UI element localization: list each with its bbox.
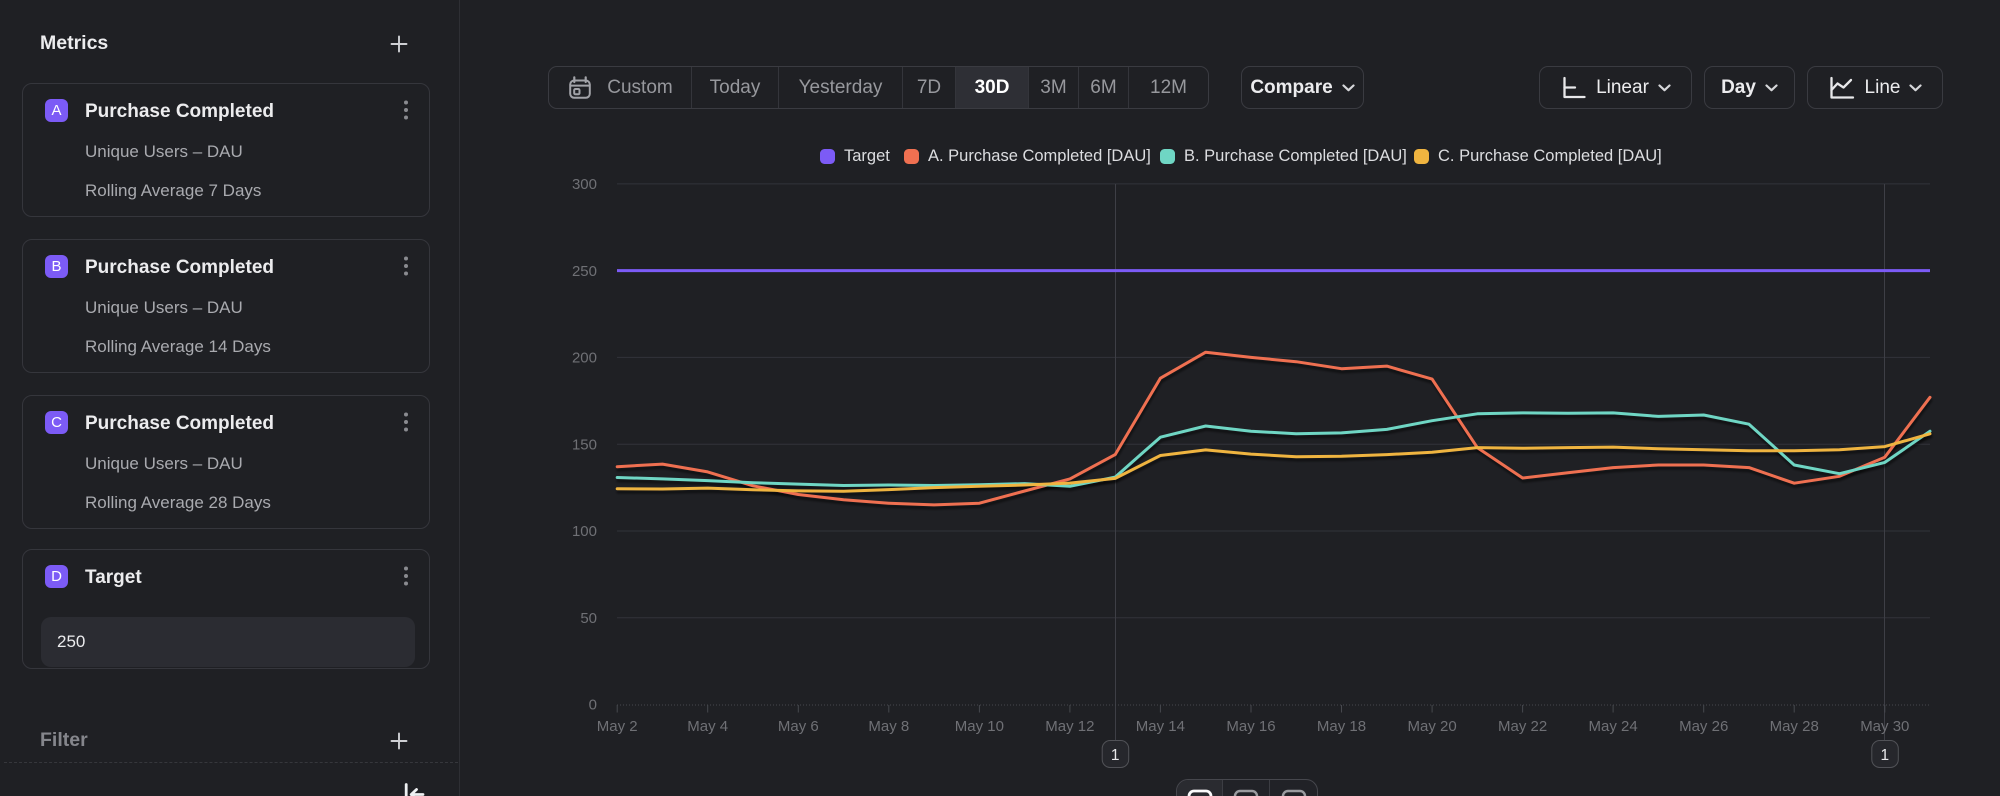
svg-text:May 12: May 12 [1045, 718, 1094, 735]
svg-text:May 28: May 28 [1770, 718, 1819, 735]
svg-text:May 30: May 30 [1860, 718, 1909, 735]
svg-text:1: 1 [1880, 747, 1889, 764]
svg-text:200: 200 [572, 350, 597, 367]
svg-text:May 6: May 6 [778, 718, 819, 735]
svg-text:May 4: May 4 [687, 718, 728, 735]
svg-text:May 16: May 16 [1226, 718, 1275, 735]
svg-text:May 18: May 18 [1317, 718, 1366, 735]
svg-text:250: 250 [572, 263, 597, 280]
svg-text:1: 1 [1111, 747, 1120, 764]
svg-text:May 10: May 10 [955, 718, 1004, 735]
svg-text:May 8: May 8 [868, 718, 909, 735]
svg-text:May 20: May 20 [1407, 718, 1456, 735]
svg-text:150: 150 [572, 436, 597, 453]
svg-text:50: 50 [580, 610, 597, 627]
svg-text:May 14: May 14 [1136, 718, 1185, 735]
svg-text:300: 300 [572, 176, 597, 193]
svg-text:100: 100 [572, 523, 597, 540]
svg-text:May 26: May 26 [1679, 718, 1728, 735]
svg-text:May 2: May 2 [597, 718, 638, 735]
svg-text:0: 0 [589, 697, 597, 714]
svg-text:May 22: May 22 [1498, 718, 1547, 735]
svg-text:May 24: May 24 [1588, 718, 1637, 735]
